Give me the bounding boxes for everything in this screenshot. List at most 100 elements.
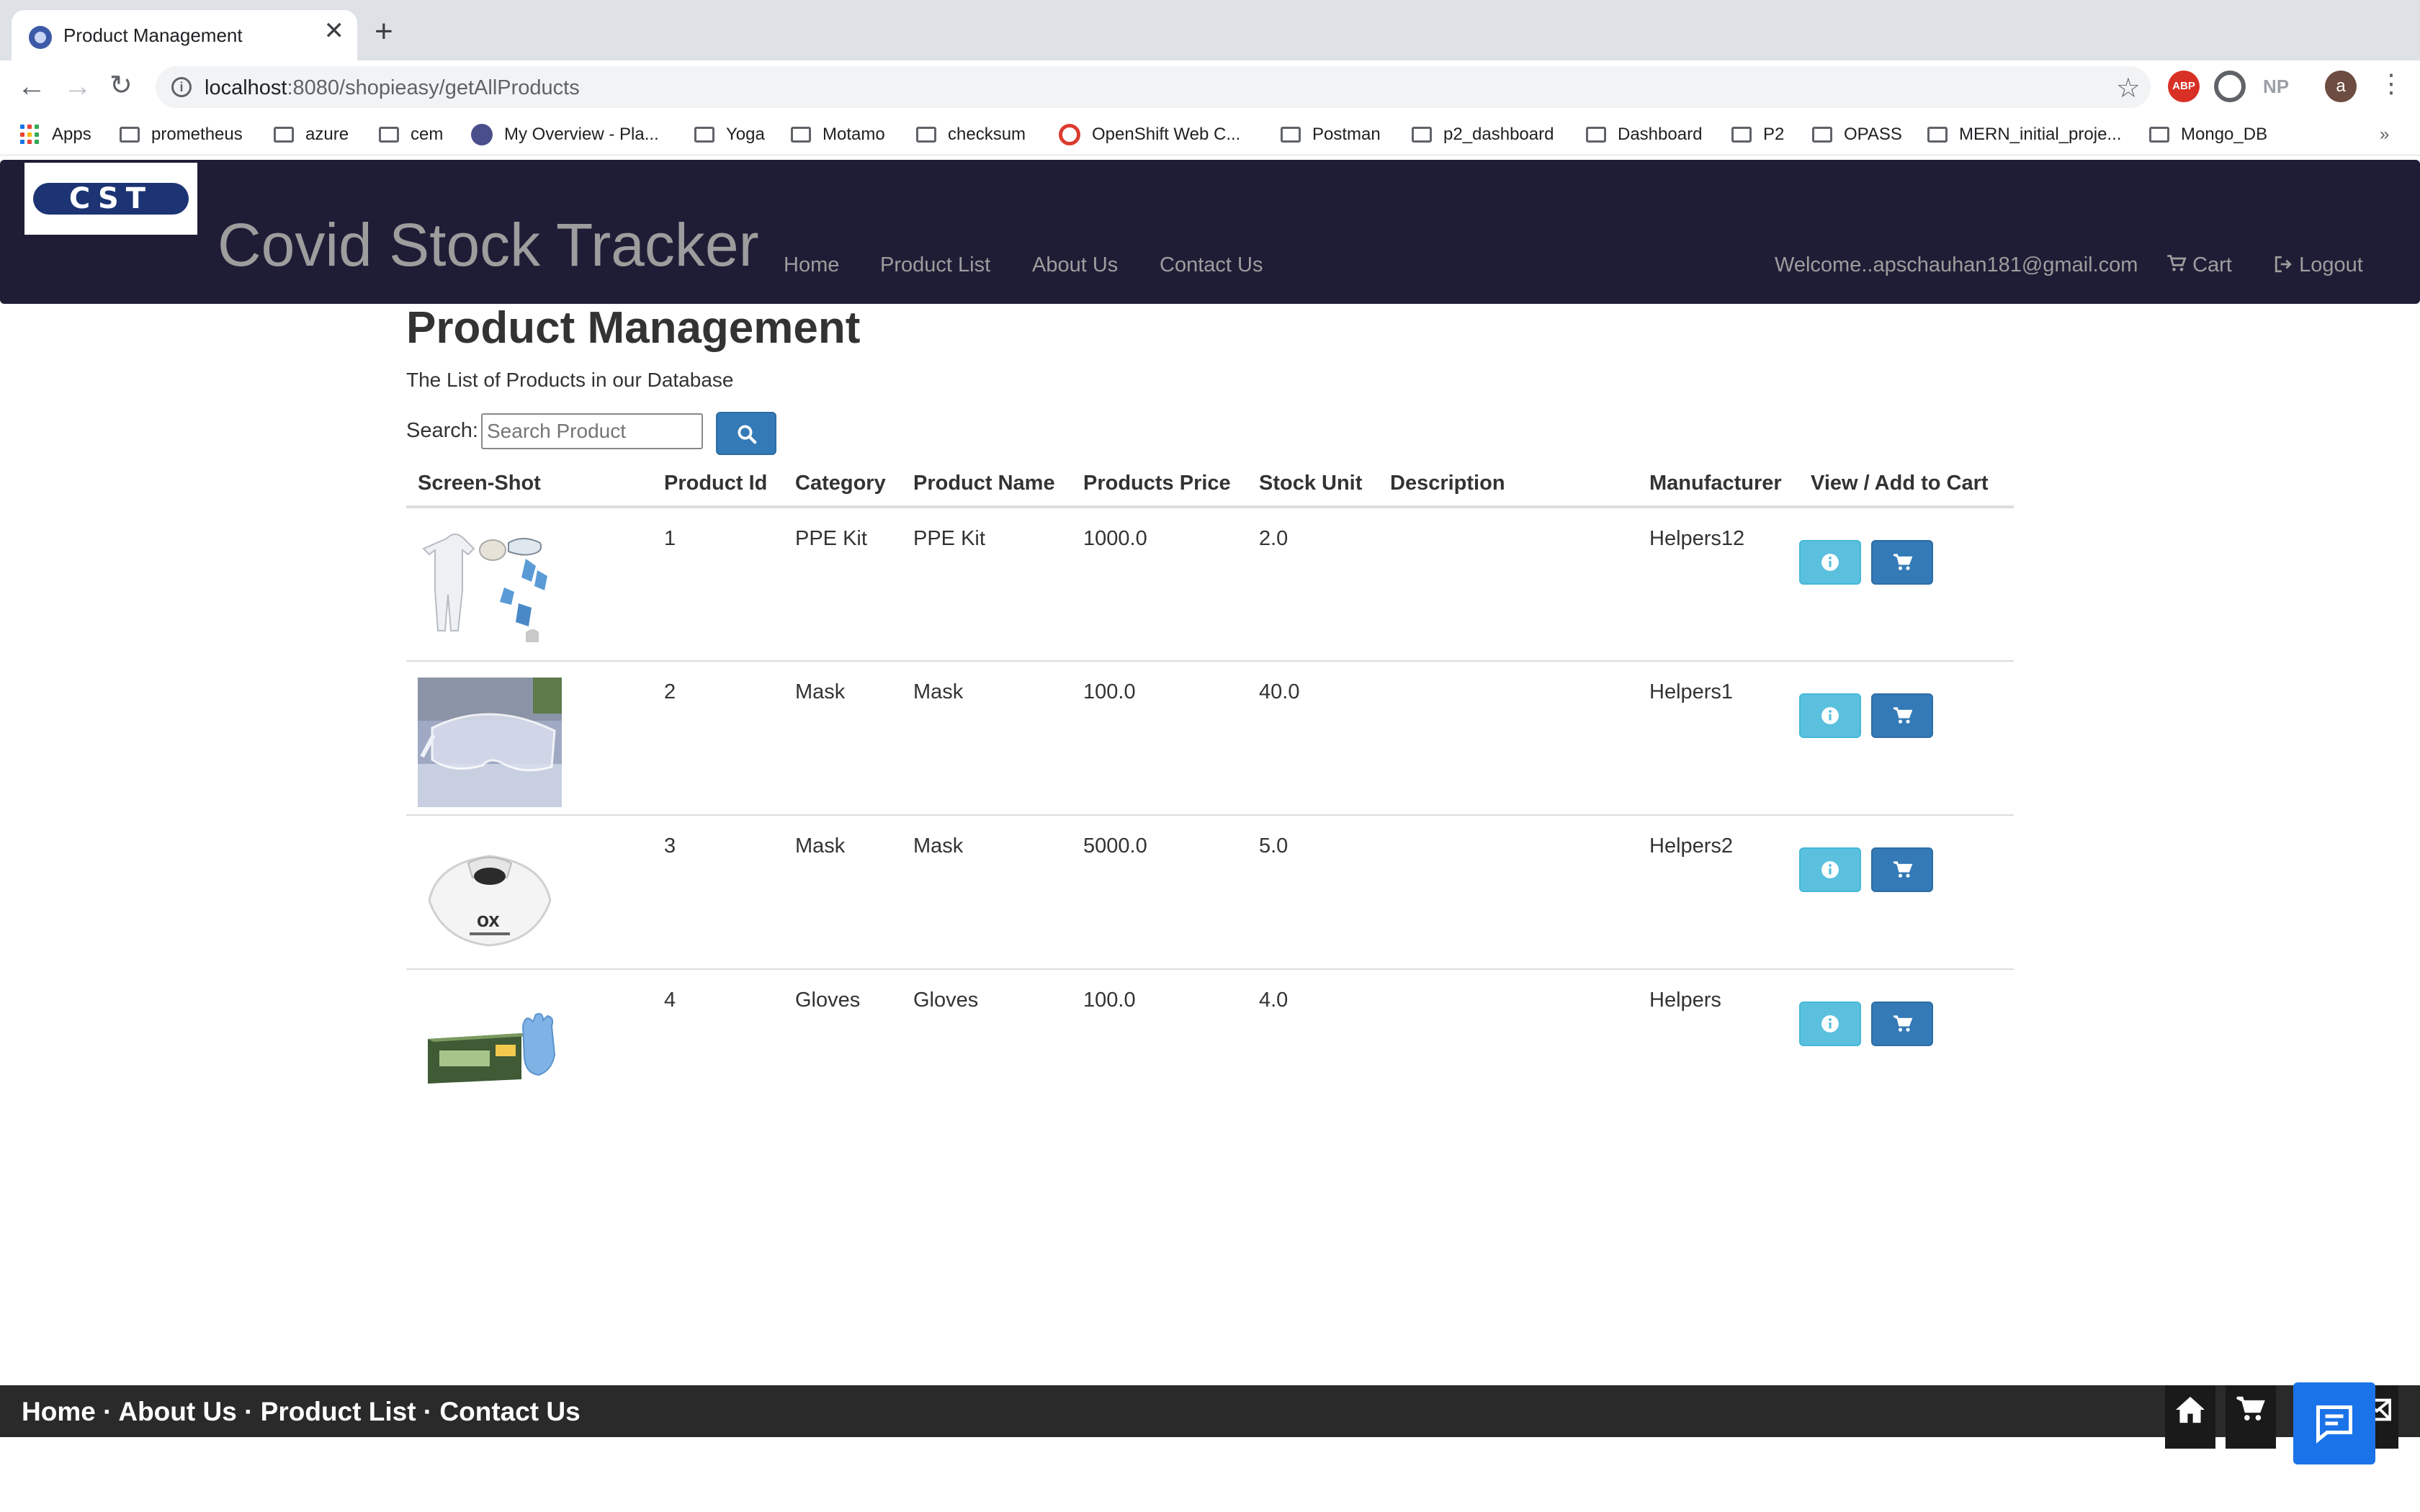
bookmark-p2-dashboard[interactable]: p2_dashboard: [1412, 122, 1554, 147]
apps-grid-icon: [20, 125, 40, 145]
vuejs-icon: [471, 124, 493, 145]
manufacturer-cell: Helpers2: [1638, 814, 1799, 969]
view-product-button[interactable]: [1799, 1002, 1861, 1046]
bookmark-azure[interactable]: azure: [274, 122, 349, 147]
nav-cart-link[interactable]: Cart: [2166, 253, 2232, 277]
chat-widget-button[interactable]: [2293, 1382, 2375, 1464]
bookmark-label: P2: [1763, 125, 1785, 144]
description-cell: [1379, 507, 1638, 661]
view-product-button[interactable]: [1799, 540, 1861, 585]
bookmark-yoga[interactable]: Yoga: [694, 122, 765, 147]
search-input[interactable]: [481, 413, 703, 449]
actions-cell: [1799, 660, 2014, 815]
bookmark-postman[interactable]: Postman: [1281, 122, 1381, 147]
add-to-cart-button[interactable]: [1871, 540, 1933, 585]
folder-icon: [274, 127, 294, 143]
bookmark-cem[interactable]: cem: [379, 122, 443, 147]
bookmark-mern[interactable]: MERN_initial_proje...: [1927, 122, 2121, 147]
folder-icon: [1412, 127, 1432, 143]
footer-link-about-us[interactable]: About Us: [118, 1397, 236, 1426]
column-header-description: Description: [1379, 461, 1638, 508]
view-product-button[interactable]: [1799, 693, 1861, 738]
category-cell: Gloves: [784, 968, 902, 1123]
stock-cell: 5.0: [1247, 814, 1379, 969]
product-name-cell: PPE Kit: [913, 527, 985, 550]
np-extension-icon[interactable]: NP: [2260, 71, 2292, 102]
product-id-cell: 3: [653, 814, 784, 969]
browser-menu-icon[interactable]: ⋮: [2378, 71, 2404, 96]
nav-link-product-list[interactable]: Product List: [880, 253, 990, 277]
footer-link-home[interactable]: Home: [22, 1397, 96, 1426]
folder-icon: [916, 127, 936, 143]
cst-logo[interactable]: CST: [24, 163, 197, 235]
column-header-category: Category: [784, 461, 902, 508]
close-tab-icon[interactable]: ✕: [324, 19, 345, 43]
bookmark-opass[interactable]: OPASS: [1812, 122, 1902, 147]
bookmark-openshift[interactable]: OpenShift Web C...: [1059, 122, 1240, 147]
shopping-cart-icon: [1893, 861, 1913, 878]
footer-link-product-list[interactable]: Product List: [261, 1397, 416, 1426]
view-product-button[interactable]: [1799, 847, 1861, 892]
footer-home-button[interactable]: [2165, 1385, 2215, 1449]
back-arrow-icon[interactable]: ←: [17, 72, 46, 101]
column-header-screenshot: Screen-Shot: [406, 461, 653, 508]
bookmark-label: p2_dashboard: [1443, 125, 1554, 144]
address-bar[interactable]: i localhost:8080/shopieasy/getAllProduct…: [156, 66, 2151, 108]
bookmark-apps[interactable]: Apps: [20, 122, 91, 147]
extension-circle-icon[interactable]: [2214, 71, 2246, 102]
column-header-product-id: Product Id: [653, 461, 784, 508]
brand-title[interactable]: Covid Stock Tracker: [218, 210, 759, 280]
bookmarks-overflow-button[interactable]: »: [2380, 122, 2389, 147]
adblock-extension-icon[interactable]: ABP: [2168, 71, 2200, 102]
bookmark-my-overview[interactable]: My Overview - Pla...: [471, 122, 659, 147]
site-favicon-icon: [29, 26, 52, 49]
shopping-cart-icon: [1893, 1015, 1913, 1032]
openshift-icon: [1059, 124, 1080, 145]
nav-link-about-us[interactable]: About Us: [1032, 253, 1118, 277]
category-cell: Mask: [784, 814, 902, 969]
table-row: 1 PPE Kit PPE Kit 1000.0 2.0 Helpers12: [406, 507, 2014, 661]
home-icon: [2176, 1396, 2205, 1423]
bookmark-label: Mongo_DB: [2181, 125, 2268, 144]
bookmark-mongo-db[interactable]: Mongo_DB: [2149, 122, 2267, 147]
bookmark-p2[interactable]: P2: [1731, 122, 1784, 147]
reload-icon[interactable]: ↻: [109, 72, 133, 99]
stock-cell: 4.0: [1247, 968, 1379, 1123]
table-row: 2 Mask Mask 100.0 40.0 Helpers1: [406, 660, 2014, 815]
price-cell: 1000.0: [1083, 527, 1147, 550]
nav-link-home[interactable]: Home: [784, 253, 839, 277]
bookmark-label: checksum: [948, 125, 1026, 144]
add-to-cart-button[interactable]: [1871, 847, 1933, 892]
nav-link-contact-us[interactable]: Contact Us: [1160, 253, 1263, 277]
forward-arrow-icon[interactable]: →: [63, 72, 92, 101]
browser-tab[interactable]: Product Management ✕: [12, 10, 357, 60]
folder-icon: [379, 127, 399, 143]
profile-avatar[interactable]: a: [2325, 71, 2357, 102]
price-cell: 100.0: [1072, 660, 1247, 815]
nav-logout-link[interactable]: Logout: [2273, 253, 2363, 277]
site-info-icon[interactable]: i: [171, 77, 192, 97]
bookmark-label: Yoga: [726, 125, 765, 144]
bookmark-prometheus[interactable]: prometheus: [120, 122, 243, 147]
add-to-cart-button[interactable]: [1871, 693, 1933, 738]
bookmark-star-icon[interactable]: ☆: [2116, 72, 2141, 104]
bookmarks-bar: Apps prometheus azure cem My Overview - …: [0, 114, 2420, 156]
info-icon: [1821, 707, 1839, 724]
new-tab-button[interactable]: +: [375, 16, 393, 48]
product-id-cell: 2: [653, 660, 784, 815]
description-cell: [1379, 814, 1638, 969]
footer-cart-button[interactable]: [2226, 1385, 2276, 1449]
url-text[interactable]: localhost:8080/shopieasy/getAllProducts: [205, 76, 580, 100]
folder-icon: [694, 127, 714, 143]
column-header-product-name: Product Name: [902, 461, 1072, 508]
bookmark-motamo[interactable]: Motamo: [791, 122, 885, 147]
search-button[interactable]: [716, 412, 776, 455]
category-cell: Mask: [784, 660, 902, 815]
bookmark-label: azure: [305, 125, 349, 144]
bookmark-checksum[interactable]: checksum: [916, 122, 1026, 147]
add-to-cart-button[interactable]: [1871, 1002, 1933, 1046]
bookmark-dashboard[interactable]: Dashboard: [1586, 122, 1702, 147]
shopping-cart-icon: [2236, 1396, 2265, 1421]
bookmark-label: OPASS: [1844, 125, 1902, 144]
footer-link-contact-us[interactable]: Contact Us: [439, 1397, 580, 1426]
